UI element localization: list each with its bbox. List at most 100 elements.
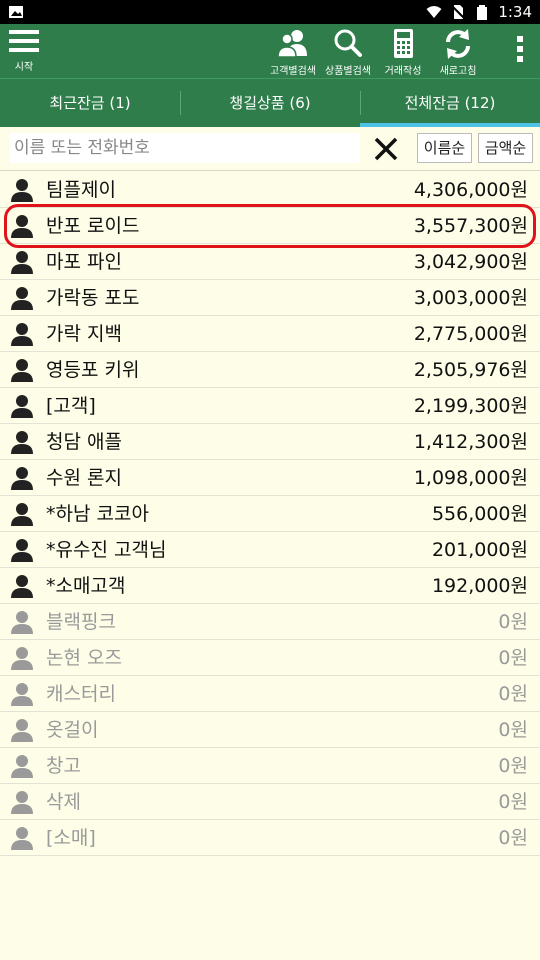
battery-icon: [477, 5, 488, 20]
person-icon: [11, 755, 33, 778]
person-icon: [11, 647, 33, 670]
customer-row[interactable]: 수원 론지 1,098,000원: [0, 460, 540, 496]
customer-name: [고객]: [46, 395, 96, 417]
customer-balance: 0원: [498, 719, 528, 741]
customer-row[interactable]: [고객] 2,199,300원: [0, 388, 540, 424]
customer-row[interactable]: 마포 파인 3,042,900원: [0, 244, 540, 280]
customer-balance: 3,003,000원: [413, 287, 528, 309]
search-bar: 이름순 금액순: [0, 127, 540, 171]
more-vertical-icon[interactable]: [516, 36, 524, 66]
customer-name: *소매고객: [46, 575, 126, 597]
person-icon: [11, 575, 33, 598]
hamburger-icon: [9, 30, 39, 52]
clear-icon[interactable]: [372, 135, 400, 163]
customer-balance: 0원: [498, 791, 528, 813]
customer-row[interactable]: *소매고객 192,000원: [0, 568, 540, 604]
create-transaction-button[interactable]: 거래작성: [374, 26, 432, 77]
customer-row[interactable]: 창고 0원: [0, 748, 540, 784]
calculator-icon: [394, 29, 413, 58]
customer-balance: 0원: [498, 755, 528, 777]
customer-search-icon: [277, 30, 307, 58]
customer-row[interactable]: 블랙핑크 0원: [0, 604, 540, 640]
customer-row[interactable]: 논현 오즈 0원: [0, 640, 540, 676]
refresh-button[interactable]: 새로고침: [429, 26, 487, 77]
customer-balance: 192,000원: [431, 575, 528, 597]
customer-row[interactable]: 삭제 0원: [0, 784, 540, 820]
customer-row[interactable]: *유수진 고객님 201,000원: [0, 532, 540, 568]
customer-name: 옷걸이: [46, 719, 99, 741]
customer-name: 마포 파인: [46, 251, 122, 273]
tab-products-to-pick[interactable]: 챙길상품 (6): [180, 79, 360, 127]
sort-by-name-button[interactable]: 이름순: [417, 133, 472, 163]
customer-name: 블랙핑크: [46, 611, 116, 633]
customer-search-button[interactable]: 고객별검색: [264, 26, 322, 77]
sort-by-amount-button[interactable]: 금액순: [478, 133, 533, 163]
customer-balance: 0원: [498, 647, 528, 669]
person-icon: [11, 359, 33, 382]
customer-row[interactable]: 가락 지백 2,775,000원: [0, 316, 540, 352]
customer-name: *하남 코코아: [46, 503, 149, 525]
customer-name: 청담 애플: [46, 431, 122, 453]
person-icon: [11, 251, 33, 274]
customer-name: 팀플제이: [46, 179, 116, 201]
status-bar: 1:34: [0, 0, 540, 24]
refresh-icon: [446, 29, 470, 59]
customer-row[interactable]: 청담 애플 1,412,300원: [0, 424, 540, 460]
menu-button[interactable]: 시작: [4, 26, 44, 76]
person-icon: [11, 323, 33, 346]
image-icon: [9, 6, 23, 18]
person-icon: [11, 827, 33, 850]
product-search-label: 상품별검색: [325, 66, 371, 77]
person-icon: [11, 287, 33, 310]
customer-balance: 4,306,000원: [413, 179, 528, 201]
customer-balance: 3,042,900원: [413, 251, 528, 273]
customer-name: 가락 지백: [46, 323, 122, 345]
customer-balance: 0원: [498, 611, 528, 633]
refresh-label: 새로고침: [439, 66, 477, 77]
customer-balance: 0원: [498, 827, 528, 849]
customer-name: 수원 론지: [46, 467, 122, 489]
customer-row[interactable]: *하남 코코아 556,000원: [0, 496, 540, 532]
product-search-icon: [334, 29, 362, 57]
customer-balance: 1,412,300원: [413, 431, 528, 453]
highlight-annotation: [4, 204, 536, 248]
person-icon: [11, 539, 33, 562]
customer-balance: 0원: [498, 683, 528, 705]
balance-tabs: 최근잔금 (1) 챙길상품 (6) 전체잔금 (12): [0, 78, 540, 127]
customer-search-label: 고객별검색: [270, 66, 316, 77]
tab-recent-balance[interactable]: 최근잔금 (1): [0, 79, 180, 127]
tab-all-balance[interactable]: 전체잔금 (12): [360, 79, 540, 127]
customer-row[interactable]: 옷걸이 0원: [0, 712, 540, 748]
person-icon: [11, 719, 33, 742]
person-icon: [11, 179, 33, 202]
customer-row[interactable]: 팀플제이 4,306,000원: [0, 172, 540, 208]
customer-name: 가락동 포도: [46, 287, 140, 309]
person-icon: [11, 683, 33, 706]
customer-row[interactable]: [소매] 0원: [0, 820, 540, 856]
customer-balance: 2,199,300원: [413, 395, 528, 417]
clock: 1:34: [498, 3, 532, 21]
person-icon: [11, 611, 33, 634]
customer-balance: 556,000원: [431, 503, 528, 525]
person-icon: [11, 395, 33, 418]
wifi-icon: [426, 6, 442, 18]
customer-row[interactable]: 가락동 포도 3,003,000원: [0, 280, 540, 316]
no-sim-icon: [450, 4, 467, 20]
customer-balance-list: 팀플제이 4,306,000원 반포 로이드 3,557,300원 마포 파인 3,042…: [0, 172, 540, 856]
customer-name: 삭제: [46, 791, 81, 813]
customer-balance: 1,098,000원: [413, 467, 528, 489]
customer-balance: 2,505,976원: [413, 359, 528, 381]
customer-balance: 201,000원: [431, 539, 528, 561]
app-toolbar: 시작 고객별검색 상품별검색 거래작성 새로고침: [0, 24, 540, 78]
product-search-button[interactable]: 상품별검색: [319, 26, 377, 77]
customer-name: 캐스터리: [46, 683, 116, 705]
customer-name: 논현 오즈: [46, 647, 122, 669]
search-input[interactable]: [10, 133, 360, 163]
create-transaction-label: 거래작성: [384, 66, 422, 77]
customer-balance: 2,775,000원: [413, 323, 528, 345]
customer-name: *유수진 고객님: [46, 539, 167, 561]
customer-row[interactable]: 캐스터리 0원: [0, 676, 540, 712]
customer-row[interactable]: 영등포 키위 2,505,976원: [0, 352, 540, 388]
person-icon: [11, 503, 33, 526]
person-icon: [11, 467, 33, 490]
